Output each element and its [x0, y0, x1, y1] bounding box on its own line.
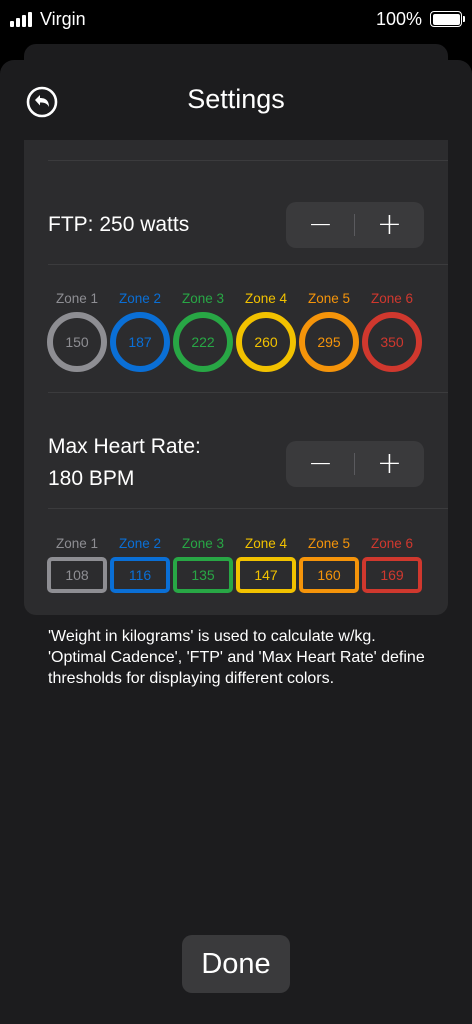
hr-zone-label: Zone 5	[307, 536, 351, 551]
ftp-zone-label: Zone 2	[118, 291, 162, 306]
ftp-decrement-button[interactable]: −	[286, 202, 355, 248]
ftp-zone-value: 187	[110, 312, 170, 372]
carrier-name: Virgin	[40, 9, 86, 29]
ftp-zone-label: Zone 5	[307, 291, 351, 306]
ftp-zone-value: 150	[47, 312, 107, 372]
hr-zone-value: 169	[362, 557, 422, 593]
ftp-label: FTP: 250 watts	[48, 213, 190, 236]
ftp-zone-label: Zone 6	[370, 291, 414, 306]
max-heart-rate-label-line2: 180 BPM	[48, 467, 135, 490]
ftp-zone-label: Zone 1	[55, 291, 99, 306]
ftp-zone-label: Zone 4	[244, 291, 288, 306]
divider	[48, 264, 448, 265]
ftp-zone-value: 260	[236, 312, 296, 372]
page-title: Settings	[187, 84, 285, 114]
max-heart-rate-label-line1: Max Heart Rate:	[48, 435, 201, 458]
ftp-zone-value: 222	[173, 312, 233, 372]
hr-zone-value: 160	[299, 557, 359, 593]
hr-zone-value: 108	[47, 557, 107, 593]
hr-zone-label: Zone 1	[55, 536, 99, 551]
hr-zone-label: Zone 3	[181, 536, 225, 551]
ftp-zone-label: Zone 3	[181, 291, 225, 306]
divider	[48, 508, 448, 509]
battery-percent: 100%	[375, 9, 422, 29]
screen: Virgin 100% Settings FTP: 250 watts − + …	[0, 0, 472, 1024]
hr-zone-label: Zone 6	[370, 536, 414, 551]
heart-rate-stepper[interactable]: − +	[286, 441, 424, 487]
hr-zone-value: 135	[173, 557, 233, 593]
ftp-zone-value: 295	[299, 312, 359, 372]
hr-zone-label: Zone 4	[244, 536, 288, 551]
heart-rate-increment-button[interactable]: +	[355, 441, 424, 487]
ftp-stepper[interactable]: − +	[286, 202, 424, 248]
battery-icon	[430, 11, 465, 27]
cellular-signal-icon	[10, 11, 34, 27]
status-bar: Virgin 100%	[0, 0, 472, 40]
ftp-increment-button[interactable]: +	[355, 202, 424, 248]
ftp-zone-value: 350	[362, 312, 422, 372]
divider	[48, 160, 448, 161]
info-text: 'Weight in kilograms' is used to calcula…	[48, 628, 425, 687]
hr-zone-label: Zone 2	[118, 536, 162, 551]
settings-card: FTP: 250 watts − + Zone 1 150 Zone 2 187 Zon…	[24, 140, 448, 615]
heart-rate-decrement-button[interactable]: −	[286, 441, 355, 487]
max-heart-rate-label: Max Heart Rate: 180 BPM	[48, 431, 201, 495]
done-button[interactable]: Done	[182, 935, 290, 993]
hr-zone-value: 147	[236, 557, 296, 593]
hr-zone-value: 116	[110, 557, 170, 593]
divider	[48, 392, 448, 393]
